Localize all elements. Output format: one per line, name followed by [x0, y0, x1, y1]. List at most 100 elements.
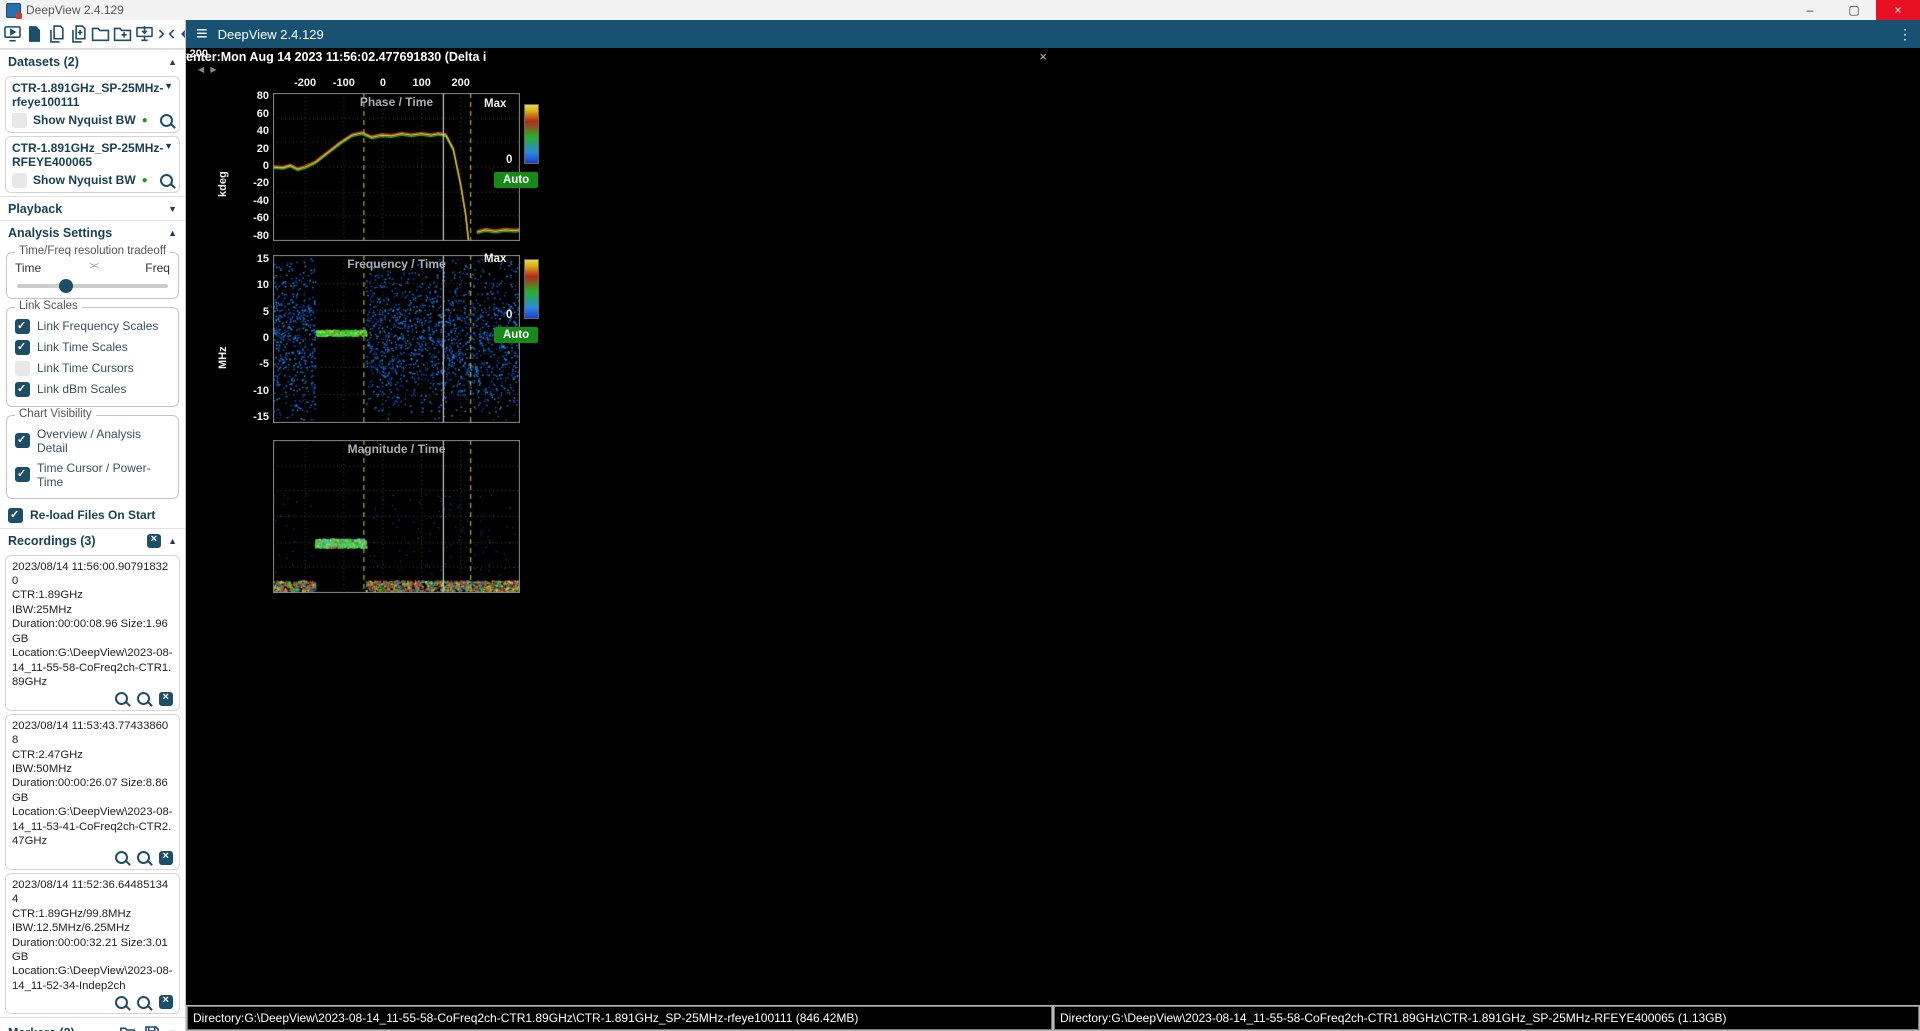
- dataset-card[interactable]: CTR-1.891GHz_SP-25MHz-rfeye100111▼Show N…: [5, 76, 180, 133]
- markers-header[interactable]: Markers (2) ▼: [0, 1017, 185, 1031]
- delete-recording-icon[interactable]: [159, 995, 173, 1009]
- recordings-header[interactable]: Recordings (3) ▲: [0, 528, 185, 552]
- delete-recording-icon[interactable]: [159, 692, 173, 706]
- search-icon[interactable]: [115, 692, 128, 705]
- link-scale-label: Link dBm Scales: [37, 382, 126, 396]
- link-scale-row[interactable]: Link Frequency Scales: [13, 316, 172, 337]
- caret-up-icon[interactable]: ▲: [168, 536, 177, 546]
- close-button[interactable]: ×: [1876, 0, 1920, 20]
- reload-files-label: Re-load Files On Start: [30, 508, 155, 522]
- nyquist-checkbox[interactable]: [12, 173, 27, 188]
- colorbar-max-label: Max: [484, 253, 506, 265]
- link-scale-label: Link Time Cursors: [37, 361, 134, 375]
- recording-item[interactable]: 2023/08/14 11:53:43.774338608CTR:2.47GHz…: [5, 714, 180, 870]
- collapse-icon[interactable]: [157, 24, 176, 44]
- recording-line: 2023/08/14 11:52:36.644851344: [12, 878, 173, 907]
- link-scale-checkbox[interactable]: [15, 319, 30, 334]
- minimize-button[interactable]: –: [1788, 0, 1832, 20]
- add-file-icon[interactable]: [69, 24, 88, 44]
- search-plus-icon[interactable]: [137, 996, 150, 1009]
- recording-item[interactable]: 2023/08/14 11:52:36.644851344CTR:1.89GHz…: [5, 873, 180, 1015]
- chart-visibility-label: Time Cursor / Power-Time: [37, 461, 170, 489]
- nyquist-label: Show Nyquist BW: [33, 113, 136, 127]
- colorbar: [524, 259, 539, 319]
- caret-down-icon[interactable]: ▼: [164, 81, 173, 110]
- tradeoff-slider[interactable]: [17, 284, 168, 288]
- search-icon[interactable]: [160, 114, 173, 127]
- dataset-card[interactable]: CTR-1.891GHz_SP-25MHz-RFEYE400065▼ Show N…: [5, 136, 180, 193]
- chart-visibility-row[interactable]: Overview / Analysis Detail: [13, 424, 172, 458]
- back-icon[interactable]: [179, 24, 186, 44]
- datasets-header-label: Datasets (2): [8, 55, 79, 69]
- chart-visibility-checkbox[interactable]: [15, 433, 30, 448]
- tradeoff-group: Time/Freq resolution tradeoff Time >< Fr…: [6, 252, 179, 299]
- axis-tick: -60: [235, 212, 269, 224]
- add-folder-icon[interactable]: [113, 24, 132, 44]
- chart-visibility-row[interactable]: Time Cursor / Power-Time: [13, 458, 172, 492]
- link-scale-row[interactable]: Link Time Cursors: [13, 358, 172, 379]
- auto-scale-button[interactable]: Auto: [494, 327, 538, 343]
- hamburger-icon[interactable]: ≡: [196, 24, 208, 44]
- tradeoff-freq-label: Freq: [145, 261, 170, 275]
- recordings-header-label: Recordings (3): [8, 534, 96, 548]
- search-icon[interactable]: [115, 851, 128, 864]
- delete-recording-icon[interactable]: [159, 851, 173, 865]
- axis-tick: 0: [235, 332, 269, 344]
- panels-container: enter:Mon Aug 14 2023 11:56:02.477691830…: [186, 48, 1920, 1005]
- open-markers-folder-icon[interactable]: [118, 1023, 137, 1031]
- reload-files-row[interactable]: Re-load Files On Start: [0, 503, 185, 528]
- dataset-name: CTR-1.891GHz_SP-25MHz-RFEYE400065: [12, 141, 164, 170]
- tv-play-icon[interactable]: [3, 24, 22, 44]
- frequency-time-chart[interactable]: [273, 255, 520, 423]
- chart-visibility-label: Overview / Analysis Detail: [37, 427, 170, 455]
- phase-time-chart[interactable]: [273, 93, 520, 241]
- copy-file-icon[interactable]: [47, 24, 66, 44]
- kebab-menu-icon[interactable]: ⋮: [1898, 26, 1912, 43]
- panel-close-icon[interactable]: ×: [1039, 49, 1047, 64]
- screen-download-icon[interactable]: [135, 24, 154, 44]
- caret-down-icon[interactable]: ▼: [168, 204, 177, 214]
- link-scale-row[interactable]: Link Time Scales: [13, 337, 172, 358]
- playback-header[interactable]: Playback ▼: [0, 196, 185, 220]
- caret-down-icon[interactable]: ▼: [164, 141, 173, 170]
- axis-tick: 10: [235, 279, 269, 291]
- search-icon[interactable]: [160, 174, 173, 187]
- datasets-header[interactable]: Datasets (2) ▲: [0, 49, 185, 73]
- recording-line: IBW:25MHz: [12, 603, 173, 617]
- new-file-icon[interactable]: [25, 24, 44, 44]
- open-folder-icon[interactable]: [91, 24, 110, 44]
- recording-line: Location:G:\DeepView\2023-08-14_11-55-58…: [12, 646, 173, 689]
- nyquist-checkbox[interactable]: [12, 113, 27, 128]
- reload-files-checkbox[interactable]: [8, 508, 23, 523]
- analysis-settings-header[interactable]: Analysis Settings ▲: [0, 220, 185, 244]
- caret-up-icon[interactable]: ▲: [168, 57, 177, 67]
- main-title: DeepView 2.4.129: [218, 27, 324, 42]
- delete-recordings-icon[interactable]: [147, 534, 161, 548]
- search-plus-icon[interactable]: [137, 851, 150, 864]
- recording-line: CTR:1.89GHz/99.8MHz: [12, 907, 173, 921]
- link-scale-label: Link Frequency Scales: [37, 319, 158, 333]
- slider-thumb[interactable]: [59, 279, 73, 293]
- panel-nav-arrows-icon[interactable]: ◀ ▶: [198, 65, 219, 74]
- chart-visibility-checkbox[interactable]: [15, 467, 30, 482]
- caret-up-icon[interactable]: ▲: [168, 228, 177, 238]
- save-markers-icon[interactable]: [142, 1023, 161, 1031]
- recording-line: Duration:00:00:08.96 Size:1.96GB: [12, 617, 173, 646]
- search-icon[interactable]: [115, 996, 128, 1009]
- link-scale-checkbox[interactable]: [15, 361, 30, 376]
- search-plus-icon[interactable]: [137, 692, 150, 705]
- link-scale-checkbox[interactable]: [15, 382, 30, 397]
- recording-line: 2023/08/14 11:56:00.907918320: [12, 560, 173, 589]
- application-window: DeepView 2.4.129 – ▢ × Datasets (2): [0, 0, 1920, 1031]
- magnitude-time-chart[interactable]: [273, 440, 520, 593]
- axis-tick: 5: [235, 306, 269, 318]
- recording-line: CTR:2.47GHz: [12, 748, 173, 762]
- link-scale-checkbox[interactable]: [15, 340, 30, 355]
- axis-tick: -20: [235, 177, 269, 189]
- recording-item[interactable]: 2023/08/14 11:56:00.907918320CTR:1.89GHz…: [5, 555, 180, 711]
- maximize-button[interactable]: ▢: [1832, 0, 1876, 20]
- auto-scale-button[interactable]: Auto: [494, 172, 538, 188]
- link-scale-row[interactable]: Link dBm Scales: [13, 379, 172, 400]
- nyquist-label: Show Nyquist BW: [33, 173, 136, 187]
- chart-visibility-legend: Chart Visibility: [15, 408, 96, 420]
